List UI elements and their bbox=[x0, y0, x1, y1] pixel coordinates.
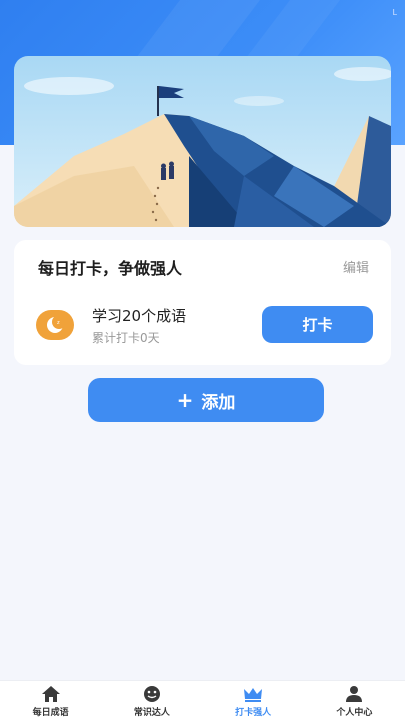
smiley-icon bbox=[142, 685, 162, 703]
mountain-banner bbox=[14, 56, 391, 227]
task-row: z 学习20个成语 累计打卡0天 打卡 bbox=[14, 292, 391, 365]
task-name: 学习20个成语 bbox=[92, 307, 187, 325]
svg-text:z: z bbox=[57, 320, 60, 326]
checkin-card: 每日打卡，争做强人 编辑 z 学习20个成语 累计打卡0天 打卡 bbox=[14, 240, 391, 365]
person-icon bbox=[344, 685, 364, 703]
moon-icon: z bbox=[36, 310, 74, 340]
checkin-button[interactable]: 打卡 bbox=[262, 306, 373, 343]
tab-label: 打卡强人 bbox=[235, 708, 272, 718]
tab-label: 常识达人 bbox=[133, 708, 170, 718]
tab-checkin[interactable]: 打卡强人 bbox=[203, 681, 304, 721]
bottom-tab-bar: 每日成语 常识达人 打卡强人 个人中心 bbox=[0, 680, 405, 721]
home-icon bbox=[41, 685, 61, 703]
tab-daily-idioms[interactable]: 每日成语 bbox=[0, 681, 101, 721]
status-indicator: L bbox=[392, 8, 397, 17]
tab-label: 每日成语 bbox=[32, 708, 69, 718]
add-button[interactable]: + 添加 bbox=[88, 378, 324, 422]
plus-icon: + bbox=[176, 388, 194, 412]
add-button-label: 添加 bbox=[201, 392, 236, 413]
card-title: 每日打卡，争做强人 bbox=[38, 259, 183, 278]
tab-label: 个人中心 bbox=[336, 708, 373, 718]
tab-profile[interactable]: 个人中心 bbox=[304, 681, 405, 721]
tab-knowledge[interactable]: 常识达人 bbox=[101, 681, 202, 721]
crown-icon bbox=[242, 685, 264, 703]
edit-button[interactable]: 编辑 bbox=[343, 257, 369, 276]
task-streak: 累计打卡0天 bbox=[92, 331, 160, 345]
mountain-illustration bbox=[14, 56, 391, 227]
